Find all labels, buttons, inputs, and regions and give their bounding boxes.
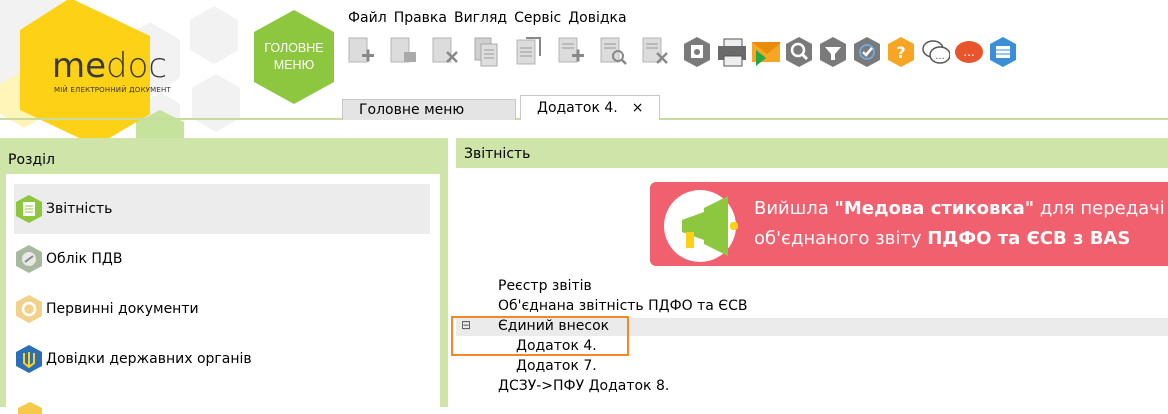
print-icon[interactable] (716, 36, 746, 68)
verify-icon[interactable] (852, 36, 882, 68)
banner-line1-bold: "Медова стиковка" (834, 198, 1035, 219)
remove-doc-icon[interactable] (640, 36, 670, 68)
logo-tagline: МІЙ ЕЛЕКТРОННИЙ ДОКУМЕНТ (54, 86, 171, 94)
promo-banner[interactable]: Вийшла "Медова стиковка" для передачі об… (650, 182, 1168, 266)
vat-icon (14, 244, 44, 274)
new-doc-icon[interactable] (346, 36, 376, 68)
main-menu-hex-button[interactable]: ГОЛОВНЕ МЕНЮ (252, 8, 336, 106)
settings-icon[interactable] (682, 36, 712, 68)
open-doc-icon[interactable] (388, 36, 418, 68)
svg-text:...: ... (963, 45, 974, 59)
send-icon[interactable] (750, 36, 780, 68)
toolbar: ? ... ... (346, 34, 1022, 70)
tree-item-register[interactable]: Реєстр звітів (498, 278, 592, 294)
add-doc-icon[interactable] (556, 36, 586, 68)
copy-doc-icon[interactable] (472, 36, 502, 68)
tree-item-combined-reporting[interactable]: Об'єднана звітність ПДФО та ЄСВ (498, 298, 747, 314)
nav-item-label: Первинні документи (46, 301, 199, 317)
banner-line1: Вийшла "Медова стиковка" для передачі (754, 194, 1165, 224)
svg-text:...: ... (935, 51, 945, 62)
help-icon[interactable]: ? (886, 36, 916, 68)
main-menu-hex-label: ГОЛОВНЕ МЕНЮ (252, 40, 336, 74)
tab-main-menu-label: Головне меню (359, 102, 465, 118)
logo-wordmark: medoc (52, 48, 167, 84)
nav-item-gov-certs[interactable]: Довідки державних органів (14, 334, 430, 384)
report-icon (14, 194, 44, 224)
nav-item-label: Облік ПДВ (46, 251, 123, 267)
tab-main-menu[interactable]: Головне меню (342, 99, 516, 120)
section-panel: Розділ Звітність Облік ПДВ Первинні доку… (0, 138, 448, 414)
content-title: Звітність (464, 146, 531, 162)
tree-item-dszu-pfu[interactable]: ДСЗУ->ПФУ Додаток 8. (498, 378, 669, 394)
nav-item-label: Довідки державних органів (46, 351, 252, 367)
search-doc-icon[interactable] (598, 36, 628, 68)
highlight-box (451, 316, 629, 356)
tree-item-dodatok-7[interactable]: Додаток 7. (516, 358, 597, 374)
menu-file[interactable]: Файл (346, 10, 392, 30)
menu-service[interactable]: Сервіс (512, 10, 566, 30)
logo-doc: doc (106, 46, 168, 86)
video-icon[interactable] (988, 36, 1018, 68)
tab-close-icon[interactable]: × (632, 100, 644, 116)
menu-view[interactable]: Вигляд (452, 10, 512, 30)
feedback-icon[interactable]: ... (954, 36, 984, 68)
banner-line2-pre: об'єднаного звіту (754, 228, 928, 249)
main-menu-line2: МЕНЮ (273, 58, 315, 72)
menu-bar: Файл Правка Вигляд Сервіс Довідка (346, 10, 632, 30)
nav-item-label: Звітність (46, 201, 113, 217)
header: medoc МІЙ ЕЛЕКТРОННИЙ ДОКУМЕНТ ГОЛОВНЕ М… (0, 0, 1168, 138)
banner-line2: об'єднаного звіту ПДФО та ЄСВ з BAS (754, 224, 1165, 254)
filter-icon[interactable] (818, 36, 848, 68)
nav-item-vat[interactable]: Облік ПДВ (14, 234, 430, 284)
logo-me: me (52, 46, 107, 86)
section-list: Звітність Облік ПДВ Первинні документи Д… (6, 174, 440, 414)
tab-dodatok-4-label: Додаток 4. (537, 100, 618, 116)
megaphone-icon (664, 190, 738, 262)
partial-icon (18, 402, 42, 414)
section-panel-title: Розділ (8, 152, 55, 168)
nav-item-partial (18, 400, 42, 414)
main-menu-line1: ГОЛОВНЕ (264, 41, 324, 55)
nav-item-reporting[interactable]: Звітність (14, 184, 430, 234)
banner-line1-post: для передачі (1034, 198, 1165, 219)
delete-doc-icon[interactable] (430, 36, 460, 68)
tab-dodatok-4[interactable]: Додаток 4. × (520, 95, 661, 120)
trident-icon (14, 344, 44, 374)
menu-edit[interactable]: Правка (392, 10, 452, 30)
tab-bar: Головне меню Додаток 4. × (342, 95, 661, 120)
chat-icon[interactable]: ... (920, 36, 950, 68)
find-icon[interactable] (784, 36, 814, 68)
edit-doc-icon[interactable] (514, 36, 544, 68)
menu-help[interactable]: Довідка (566, 10, 631, 30)
nav-item-primary-docs[interactable]: Первинні документи (14, 284, 430, 334)
banner-line1-pre: Вийшла (754, 198, 835, 219)
svg-text:?: ? (896, 43, 905, 62)
content-header: Звітність (456, 138, 1168, 168)
primary-docs-icon (14, 294, 44, 324)
banner-text: Вийшла "Медова стиковка" для передачі об… (754, 194, 1165, 254)
banner-line2-bold: ПДФО та ЄСВ з BAS (927, 228, 1131, 249)
